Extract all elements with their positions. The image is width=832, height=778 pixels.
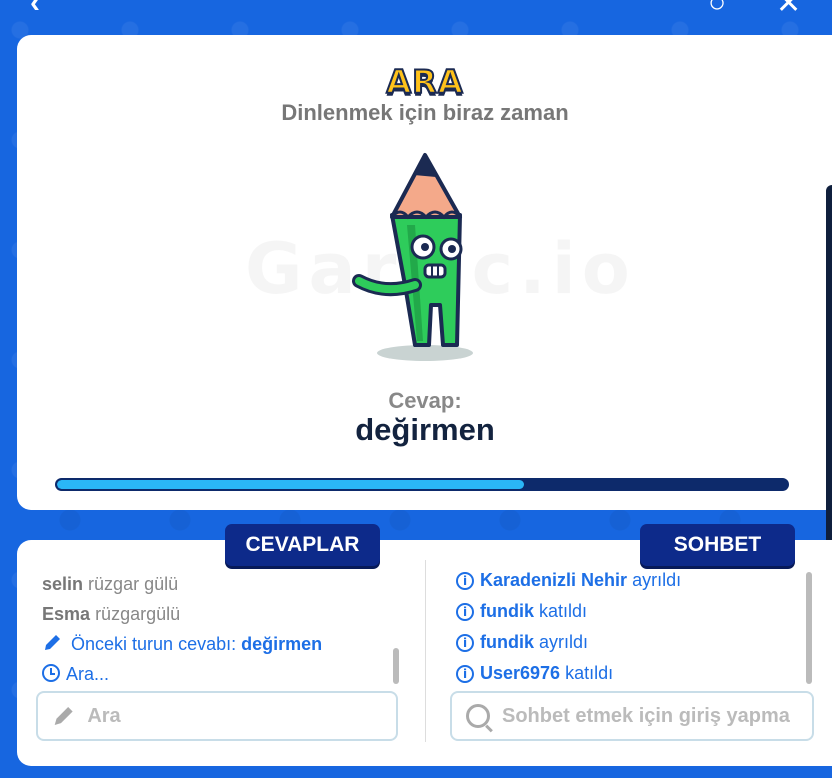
chat-action: katıldı [539,601,588,621]
chat-action: ayrıldı [632,570,682,590]
chat-input-container[interactable] [450,691,814,741]
pencil-icon [54,707,73,725]
status-row: Ara... [42,661,402,691]
answer-username: Esma [42,604,91,624]
info-icon: i [456,665,474,683]
list-item: Esma rüzgargülü [42,601,402,631]
round-progress-bar [55,478,789,491]
panel-divider [425,560,426,742]
answer-text: rüzgar gülü [88,574,179,594]
chat-message: i Karadenizli Nehir ayrıldı [456,567,806,598]
round-status-badge: ARA [0,62,832,102]
chat-list[interactable]: i Karadenizli Nehir ayrıldı i fundik katıl… [456,567,806,691]
chat-tab-title: SOHBET [640,524,795,566]
list-item: selin rüzgar gülü [42,571,402,601]
round-progress-fill [57,480,525,489]
answer-input-container[interactable] [36,691,398,741]
settings-icon[interactable]: ○ [708,0,726,20]
chat-username[interactable]: Karadenizli Nehir [480,570,627,590]
info-icon: i [456,603,474,621]
answers-list[interactable]: selin rüzgar gülü Esma rüzgargülü Önceki… [42,571,402,691]
search-icon [466,704,490,728]
answers-tab-title: CEVAPLAR [225,524,380,566]
chat-action: katıldı [565,663,614,683]
previous-answer-row: Önceki turun cevabı: değirmen [42,631,402,661]
pencil-mascot-illustration [352,153,473,361]
previous-answer-label: Önceki turun cevabı: [71,634,237,654]
chat-action: ayrıldı [539,632,589,652]
chat-input[interactable] [502,704,812,728]
chat-message: i fundik katıldı [456,598,806,629]
clock-icon [42,664,60,682]
answer-text: rüzgargülü [95,604,181,624]
chat-username[interactable]: fundik [480,632,534,652]
chat-message: i fundik ayrıldı [456,629,806,660]
round-subtitle: Dinlenmek için biraz zaman [281,100,569,125]
status-text: Ara... [66,664,110,684]
pencil-icon [45,635,60,650]
chat-username[interactable]: User6976 [480,663,560,683]
chat-message: i User6976 katıldı [456,660,806,691]
answer-word: değirmen [355,412,495,447]
answer-label: Cevap: [388,388,462,413]
back-arrow-icon[interactable]: ‹ [30,0,40,20]
previous-answer-word: değirmen [241,634,323,654]
answers-scrollbar[interactable] [393,648,399,684]
chat-scrollbar[interactable] [806,572,812,684]
answer-input[interactable] [87,704,396,728]
info-icon: i [456,572,474,590]
answer-username: selin [42,574,84,594]
close-icon[interactable]: ✕ [776,0,801,21]
chat-username[interactable]: fundik [480,601,534,621]
round-status-text: ARA [385,62,464,102]
info-icon: i [456,634,474,652]
